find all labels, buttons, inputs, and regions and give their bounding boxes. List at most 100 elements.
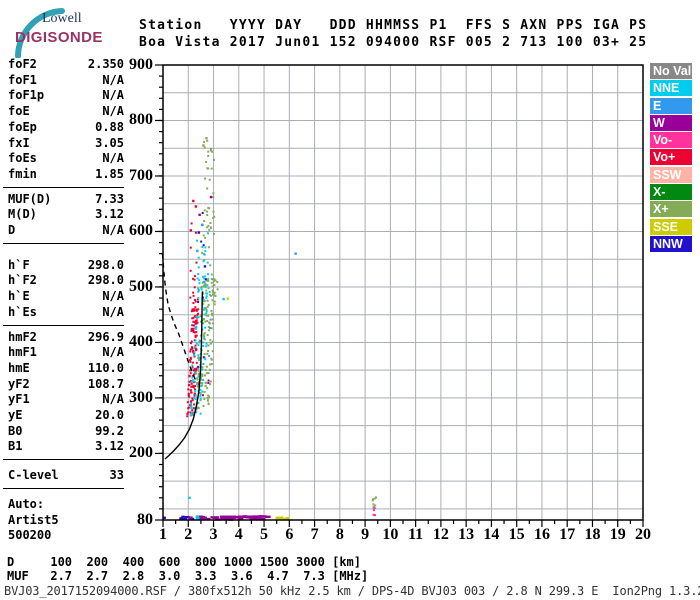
param-label: C-level xyxy=(8,468,59,483)
param-row: B0 99.2 xyxy=(8,424,124,440)
param-value: N/A xyxy=(102,72,124,87)
param-value: 99.2 xyxy=(95,423,124,438)
panel-divider xyxy=(3,186,124,188)
param-row: hmF2 296.9 xyxy=(8,330,124,346)
x-axis-tick-label: 7 xyxy=(310,526,319,543)
panel-divider xyxy=(3,242,124,244)
param-value: 298.0 xyxy=(87,257,124,272)
param-row: hmE 110.0 xyxy=(8,361,124,377)
param-row: foEs N/A xyxy=(8,151,124,167)
y-axis-tick-label: 900 xyxy=(129,56,153,73)
param-label: fmin xyxy=(8,166,37,181)
y-axis-tick-label: 800 xyxy=(129,111,153,129)
x-axis-tick-label: 17 xyxy=(559,526,576,543)
param-value: 110.0 xyxy=(87,360,124,375)
param-row: foEp 0.88 xyxy=(8,120,124,136)
param-row: h`E N/A xyxy=(8,289,124,305)
y-axis-tick-label: 200 xyxy=(129,444,153,462)
legend-item-nnw: NNW xyxy=(650,235,692,252)
muf-table-muf-row: MUF 2.7 2.7 2.8 3.0 3.3 3.6 4.7 7.3 [MHz… xyxy=(7,568,369,583)
ionogram-plot xyxy=(155,64,644,527)
param-value: 20.0 xyxy=(95,408,124,423)
legend-item-x: X- xyxy=(650,184,692,201)
logo-text-lowell: Lowell xyxy=(42,11,82,26)
param-row: B1 3.12 xyxy=(8,439,124,455)
muf-table: D 100 200 400 600 800 1000 1500 3000 [km… xyxy=(7,555,369,583)
param-label: foEs xyxy=(8,151,37,166)
param-row: hmF1 N/A xyxy=(8,345,124,361)
param-row: h`F2 298.0 xyxy=(8,273,124,289)
axis-ticks xyxy=(155,64,644,527)
param-label: foE xyxy=(8,104,30,119)
param-label: hmE xyxy=(8,360,30,375)
x-axis-tick-label: 11 xyxy=(408,526,424,543)
x-axis-tick-label: 9 xyxy=(361,526,370,543)
param-label: B1 xyxy=(8,439,23,454)
panel-divider xyxy=(3,487,124,489)
panel-footer-line: Auto: xyxy=(8,496,45,511)
param-row: h`Es N/A xyxy=(8,305,124,321)
param-row: C-level 33 xyxy=(8,468,124,484)
header-text: Station YYYY DAY DDD HHMMSS P1 FFS S AXN… xyxy=(139,17,647,51)
param-value: N/A xyxy=(102,88,124,103)
param-label: foF1p xyxy=(8,88,45,103)
header-line2: Boa Vista 2017 Jun01 152 094000 RSF 005 … xyxy=(139,35,648,50)
x-axis-tick-label: 15 xyxy=(508,526,525,543)
grid xyxy=(163,65,644,520)
legend-item-vo: Vo- xyxy=(650,132,692,149)
param-value: 33 xyxy=(109,468,124,483)
panel-footer-line: Artist5 xyxy=(8,512,59,527)
param-value: 3.12 xyxy=(95,207,124,222)
y-axis-tick-label: 400 xyxy=(129,333,153,351)
param-label: yE xyxy=(8,408,23,423)
param-label: M(D) xyxy=(8,207,37,222)
param-label: fxI xyxy=(8,135,30,150)
param-row: foE N/A xyxy=(8,104,124,120)
param-value: N/A xyxy=(102,151,124,166)
muf-table-d-row: D 100 200 400 600 800 1000 1500 3000 [km… xyxy=(7,555,362,569)
header-line1: Station YYYY DAY DDD HHMMSS P1 FFS S AXN… xyxy=(139,18,648,33)
param-label: h`F xyxy=(8,257,30,272)
param-label: D xyxy=(8,223,16,238)
ionogram-app: { "logo": {"top": "Lowell", "bottom": "D… xyxy=(0,0,700,600)
param-row: D N/A xyxy=(8,223,124,239)
legend-item-x: X+ xyxy=(650,201,692,218)
logo-text-digisonde: DIGISONDE xyxy=(15,29,103,46)
y-axis-tick-label: 500 xyxy=(129,277,153,295)
legend: No Val NNE E W Vo- Vo+ SSW X- X+ SSE NNW xyxy=(650,63,692,253)
x-axis-tick-label: 19 xyxy=(609,526,626,543)
param-row: fmin 1.85 xyxy=(8,167,124,183)
param-label: foF1 xyxy=(8,72,37,87)
param-label: foF2 xyxy=(8,57,37,71)
x-axis-tick-label: 20 xyxy=(635,526,651,543)
param-row: M(D) 3.12 xyxy=(8,207,124,223)
x-axis-tick-label: 13 xyxy=(458,526,475,543)
param-label: hmF1 xyxy=(8,345,37,360)
legend-item-vo: Vo+ xyxy=(650,149,692,166)
y-axis-tick-label: 300 xyxy=(129,388,153,406)
param-row: yE 20.0 xyxy=(8,408,124,424)
scatter-points xyxy=(163,137,377,521)
param-row: yF2 108.7 xyxy=(8,377,124,393)
param-label: foEp xyxy=(8,119,37,134)
param-row: h`F 298.0 xyxy=(8,258,124,274)
param-row: MUF(D) 7.33 xyxy=(8,192,124,208)
y-axis-tick-label: 700 xyxy=(129,166,153,184)
logo: Lowell DIGISONDE xyxy=(6,6,126,58)
param-row: fxI 3.05 xyxy=(8,136,124,152)
param-label: h`Es xyxy=(8,304,37,319)
param-row: foF1 N/A xyxy=(8,73,124,89)
param-row: foF2 2.350 xyxy=(8,57,124,73)
legend-item-sse: SSE xyxy=(650,218,692,235)
legend-item-noval: No Val xyxy=(650,63,692,79)
x-axis-tick-label: 5 xyxy=(260,526,269,543)
x-axis-tick-label: 14 xyxy=(483,526,500,543)
param-row: yF1 N/A xyxy=(8,392,124,408)
param-label: h`E xyxy=(8,289,30,304)
param-label: yF2 xyxy=(8,376,30,391)
legend-item-ssw: SSW xyxy=(650,166,692,183)
x-axis-tick-label: 1 xyxy=(159,526,167,543)
param-label: B0 xyxy=(8,423,23,438)
legend-item-w: W xyxy=(650,114,692,131)
y-axis-tick-label: 80 xyxy=(137,511,153,528)
